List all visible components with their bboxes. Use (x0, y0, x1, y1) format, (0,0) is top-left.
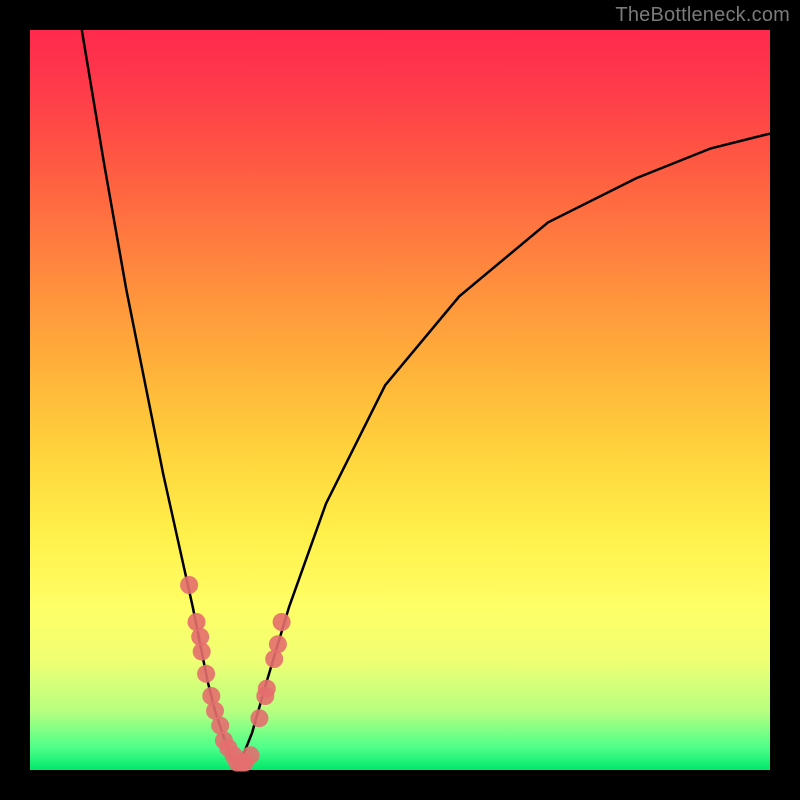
data-point (180, 576, 198, 594)
chart-svg (30, 30, 770, 770)
data-point (273, 613, 291, 631)
right-curve (237, 134, 770, 770)
data-point (193, 643, 211, 661)
data-point (242, 746, 260, 764)
data-point (250, 709, 268, 727)
left-curve (82, 30, 237, 770)
watermark-text: TheBottleneck.com (615, 4, 790, 27)
chart-frame: TheBottleneck.com (0, 0, 800, 800)
data-point (269, 635, 287, 653)
data-point (258, 680, 276, 698)
data-point (197, 665, 215, 683)
scatter-points (180, 576, 291, 772)
